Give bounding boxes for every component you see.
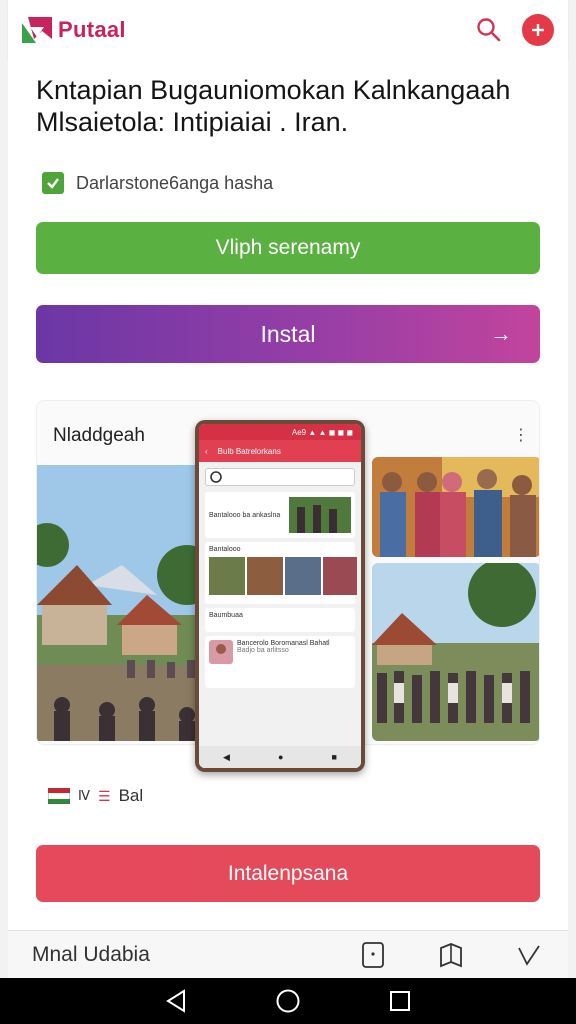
crowd-photo[interactable] [372, 563, 539, 741]
phone-search-field [205, 468, 355, 486]
app-frame: Putaal Kntapian Bugauniomokan Kalnkangaa… [0, 0, 576, 1024]
village-photo[interactable] [37, 465, 217, 741]
green-button-label: Vliph serenamy [215, 236, 361, 259]
checkbox-label: Darlarstone6anga hasha [76, 172, 274, 193]
phone-nav-bar: ◀ ● ■ [199, 746, 361, 768]
tag-icon: Ⅳ [78, 788, 90, 803]
top-app-bar: Putaal [8, 0, 568, 60]
menu-icon: ☰ [98, 787, 111, 804]
brand-name: Putaal [58, 17, 126, 42]
phone-card-4-texts: Bancerolo Boromanasl Bahatl Badjo ba arl… [237, 640, 330, 684]
bottom-cta-label: Intalenpsana [227, 861, 349, 885]
avatar [209, 640, 233, 664]
install-button[interactable]: Instal → [36, 305, 540, 363]
phone-card-1-text: Bantalooo ba ankaslna [209, 511, 281, 519]
region-label: Bal [118, 786, 144, 805]
consent-checkbox-row[interactable]: Darlarstone6anga hasha [42, 172, 273, 194]
region-row[interactable]: Ⅳ ☰ Bal [48, 786, 143, 806]
book-icon[interactable] [436, 940, 466, 970]
phone-status-bar: Ae9 ▲ ▲ ◼ ◼ ◼ [199, 424, 361, 440]
phone-app-bar: ‹ Bulb Batrelorkans [199, 440, 361, 462]
phone-recents-icon: ■ [331, 752, 337, 762]
circle-icon [210, 471, 222, 483]
recents-square-icon[interactable] [388, 989, 412, 1013]
bottom-bar: Mnal Udabia [8, 930, 568, 978]
brand-logo-icon [22, 17, 52, 43]
people-photo[interactable] [372, 457, 539, 557]
gallery-title: Nladdgeah [53, 425, 145, 446]
phone-app-title: Bulb Batrelorkans [217, 446, 281, 456]
flag-icon [48, 788, 70, 804]
brand[interactable]: Putaal [22, 17, 126, 43]
thumbnail-image [289, 497, 351, 533]
phone-card-4: Bancerolo Boromanasl Bahatl Badjo ba arl… [205, 636, 355, 688]
phone-card-4-sub: Badjo ba arlitsso [237, 647, 289, 654]
phone-home-icon: ● [278, 752, 284, 762]
bottom-cta-button[interactable]: Intalenpsana [36, 845, 540, 902]
plus-icon [532, 24, 544, 36]
checkbox[interactable] [42, 172, 64, 194]
phone-card-3-text: Baumbuaa [209, 612, 243, 619]
headline-line-1: Kntapian Bugauniomokan Kalnkangaah [36, 75, 511, 105]
phone-card-2: Bantalooo [205, 542, 357, 604]
arrow-right-icon: → [490, 321, 512, 346]
phone-card-1: Bantalooo ba ankaslna [205, 492, 355, 538]
home-circle-icon[interactable] [275, 988, 301, 1014]
more-vertical-icon[interactable]: ⋮ [513, 425, 529, 445]
phone-screen: Ae9 ▲ ▲ ◼ ◼ ◼ ‹ Bulb Batrelorkans Bantal… [199, 424, 361, 768]
system-navigation-bar [0, 978, 576, 1024]
phone-card-3: Baumbuaa [205, 608, 355, 632]
search-button[interactable] [472, 13, 506, 47]
thumbnail-strip [209, 557, 357, 595]
bottom-bar-label[interactable]: Mnal Udabia [32, 943, 310, 967]
phone-back-icon: ◀ [223, 751, 230, 762]
install-button-label: Instal [260, 320, 316, 347]
phone-mockup: Ae9 ▲ ▲ ◼ ◼ ◼ ‹ Bulb Batrelorkans Bantal… [195, 420, 365, 772]
page-headline: Kntapian Bugauniomokan Kalnkangaah Mlsai… [36, 74, 546, 138]
primary-green-button[interactable]: Vliph serenamy [36, 222, 540, 274]
headline-line-2: Mlsaietola: Intipiaiai . Iran. [36, 107, 349, 137]
add-button[interactable] [522, 14, 554, 46]
phone-card-2-text: Bantalooo [209, 546, 241, 553]
checkmark-icon[interactable] [514, 940, 544, 970]
search-icon [477, 18, 501, 42]
back-triangle-icon[interactable] [164, 989, 188, 1013]
phone-icon[interactable] [358, 940, 388, 970]
back-icon: ‹ [205, 446, 208, 456]
check-icon [47, 178, 59, 189]
phone-card-4-title: Bancerolo Boromanasl Bahatl [237, 640, 330, 647]
